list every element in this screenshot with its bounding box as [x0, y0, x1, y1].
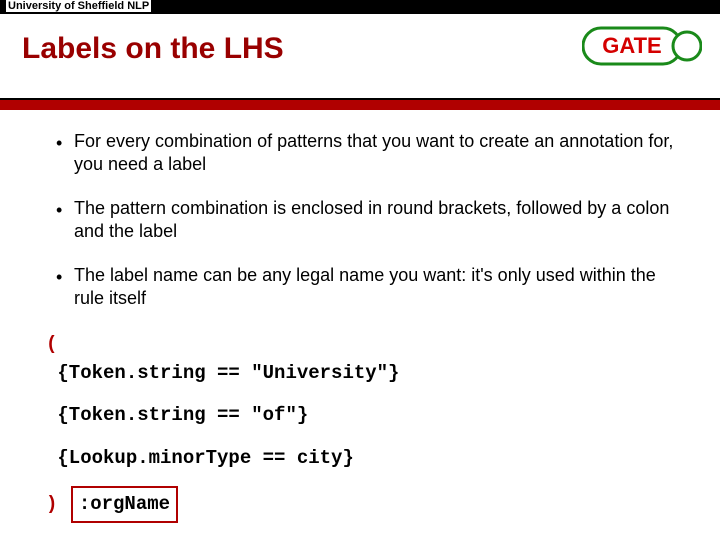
bullet-dot-icon: •	[56, 197, 74, 244]
code-block: ( {Token.string == "University"} {Token.…	[46, 330, 680, 523]
bullet-dot-icon: •	[56, 130, 74, 177]
close-paren: )	[46, 493, 57, 515]
code-line: {Token.string == "University"}	[46, 359, 680, 388]
code-line: {Token.string == "of"}	[46, 401, 680, 430]
code-line-open: (	[46, 330, 680, 359]
gate-logo-text: GATE	[602, 33, 661, 58]
bullet-text: The pattern combination is enclosed in r…	[74, 197, 680, 244]
bullet-item: • The pattern combination is enclosed in…	[56, 197, 680, 244]
content-area: • For every combination of patterns that…	[56, 130, 680, 523]
divider-rule	[0, 98, 720, 110]
code-text: {Token.string == "of"}	[57, 404, 308, 426]
bullet-item: • The label name can be any legal name y…	[56, 264, 680, 311]
code-line: {Lookup.minorType == city}	[46, 444, 680, 473]
bullet-item: • For every combination of patterns that…	[56, 130, 680, 177]
code-text: {Lookup.minorType == city}	[57, 447, 353, 469]
affiliation-text: University of Sheffield NLP	[6, 0, 151, 12]
slide-title: Labels on the LHS	[22, 32, 284, 66]
gate-logo: GATE	[582, 22, 702, 70]
bullet-text: For every combination of patterns that y…	[74, 130, 680, 177]
bullet-text: The label name can be any legal name you…	[74, 264, 680, 311]
bullet-dot-icon: •	[56, 264, 74, 311]
label-box: :orgName	[71, 486, 178, 523]
open-paren: (	[46, 333, 57, 355]
code-text: {Token.string == "University"}	[57, 362, 399, 384]
code-line-close: ) :orgName	[46, 486, 680, 523]
